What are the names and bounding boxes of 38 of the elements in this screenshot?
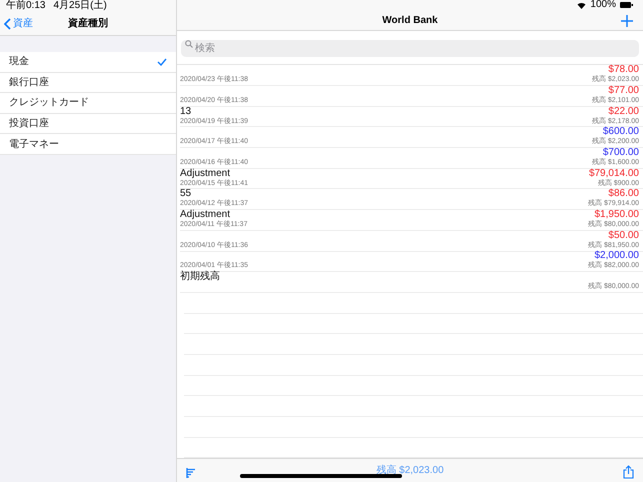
sidebar-item[interactable]: 電子マネー	[0, 134, 176, 155]
back-button[interactable]: 資産	[4, 16, 33, 31]
transaction-amount: $78.00	[608, 65, 639, 76]
transaction-memo: 13	[180, 106, 192, 117]
sidebar-item[interactable]: クレジットカード	[0, 93, 176, 114]
status-time: 午前0:13	[6, 1, 46, 11]
transaction-memo: 55	[180, 189, 192, 200]
wifi-icon	[577, 2, 586, 9]
transaction-amount: $700.00	[602, 148, 639, 158]
sort-button[interactable]	[186, 468, 196, 478]
status-date: 4月25日(土)	[53, 1, 107, 11]
sidebar-title: 資産種別	[68, 16, 108, 31]
share-icon	[623, 465, 634, 480]
transaction-amount: $86.00	[608, 189, 639, 200]
footer-balance: 残高 $2,023.00	[376, 464, 444, 478]
add-button[interactable]	[621, 15, 633, 28]
sidebar-item[interactable]: 銀行口座	[0, 72, 176, 94]
transaction-amount: $22.00	[608, 106, 639, 117]
search-field[interactable]: 検索	[181, 40, 639, 58]
sidebar-item[interactable]: 現金	[0, 52, 176, 73]
share-button[interactable]	[623, 465, 634, 480]
transaction-amount: $2,000.00	[594, 251, 639, 262]
list-bars-icon	[186, 468, 196, 478]
transaction-amount: $1,950.00	[594, 210, 639, 220]
transaction-amount: $77.00	[608, 86, 639, 96]
search-icon	[185, 40, 193, 48]
back-chevron-icon	[4, 18, 11, 30]
sidebar-item[interactable]: 投資口座	[0, 114, 176, 134]
transaction-memo: 初期残高	[180, 272, 220, 282]
transaction-memo: Adjustment	[180, 168, 230, 179]
account-title: World Bank	[382, 14, 438, 28]
battery-icon	[620, 2, 633, 8]
plus-icon	[621, 15, 633, 28]
transaction-memo: Adjustment	[180, 210, 230, 220]
transaction-amount: $600.00	[602, 127, 639, 138]
battery-percent: 100%	[590, 0, 616, 10]
transaction-amount: $79,014.00	[588, 168, 639, 179]
transaction-amount: $50.00	[608, 230, 639, 241]
